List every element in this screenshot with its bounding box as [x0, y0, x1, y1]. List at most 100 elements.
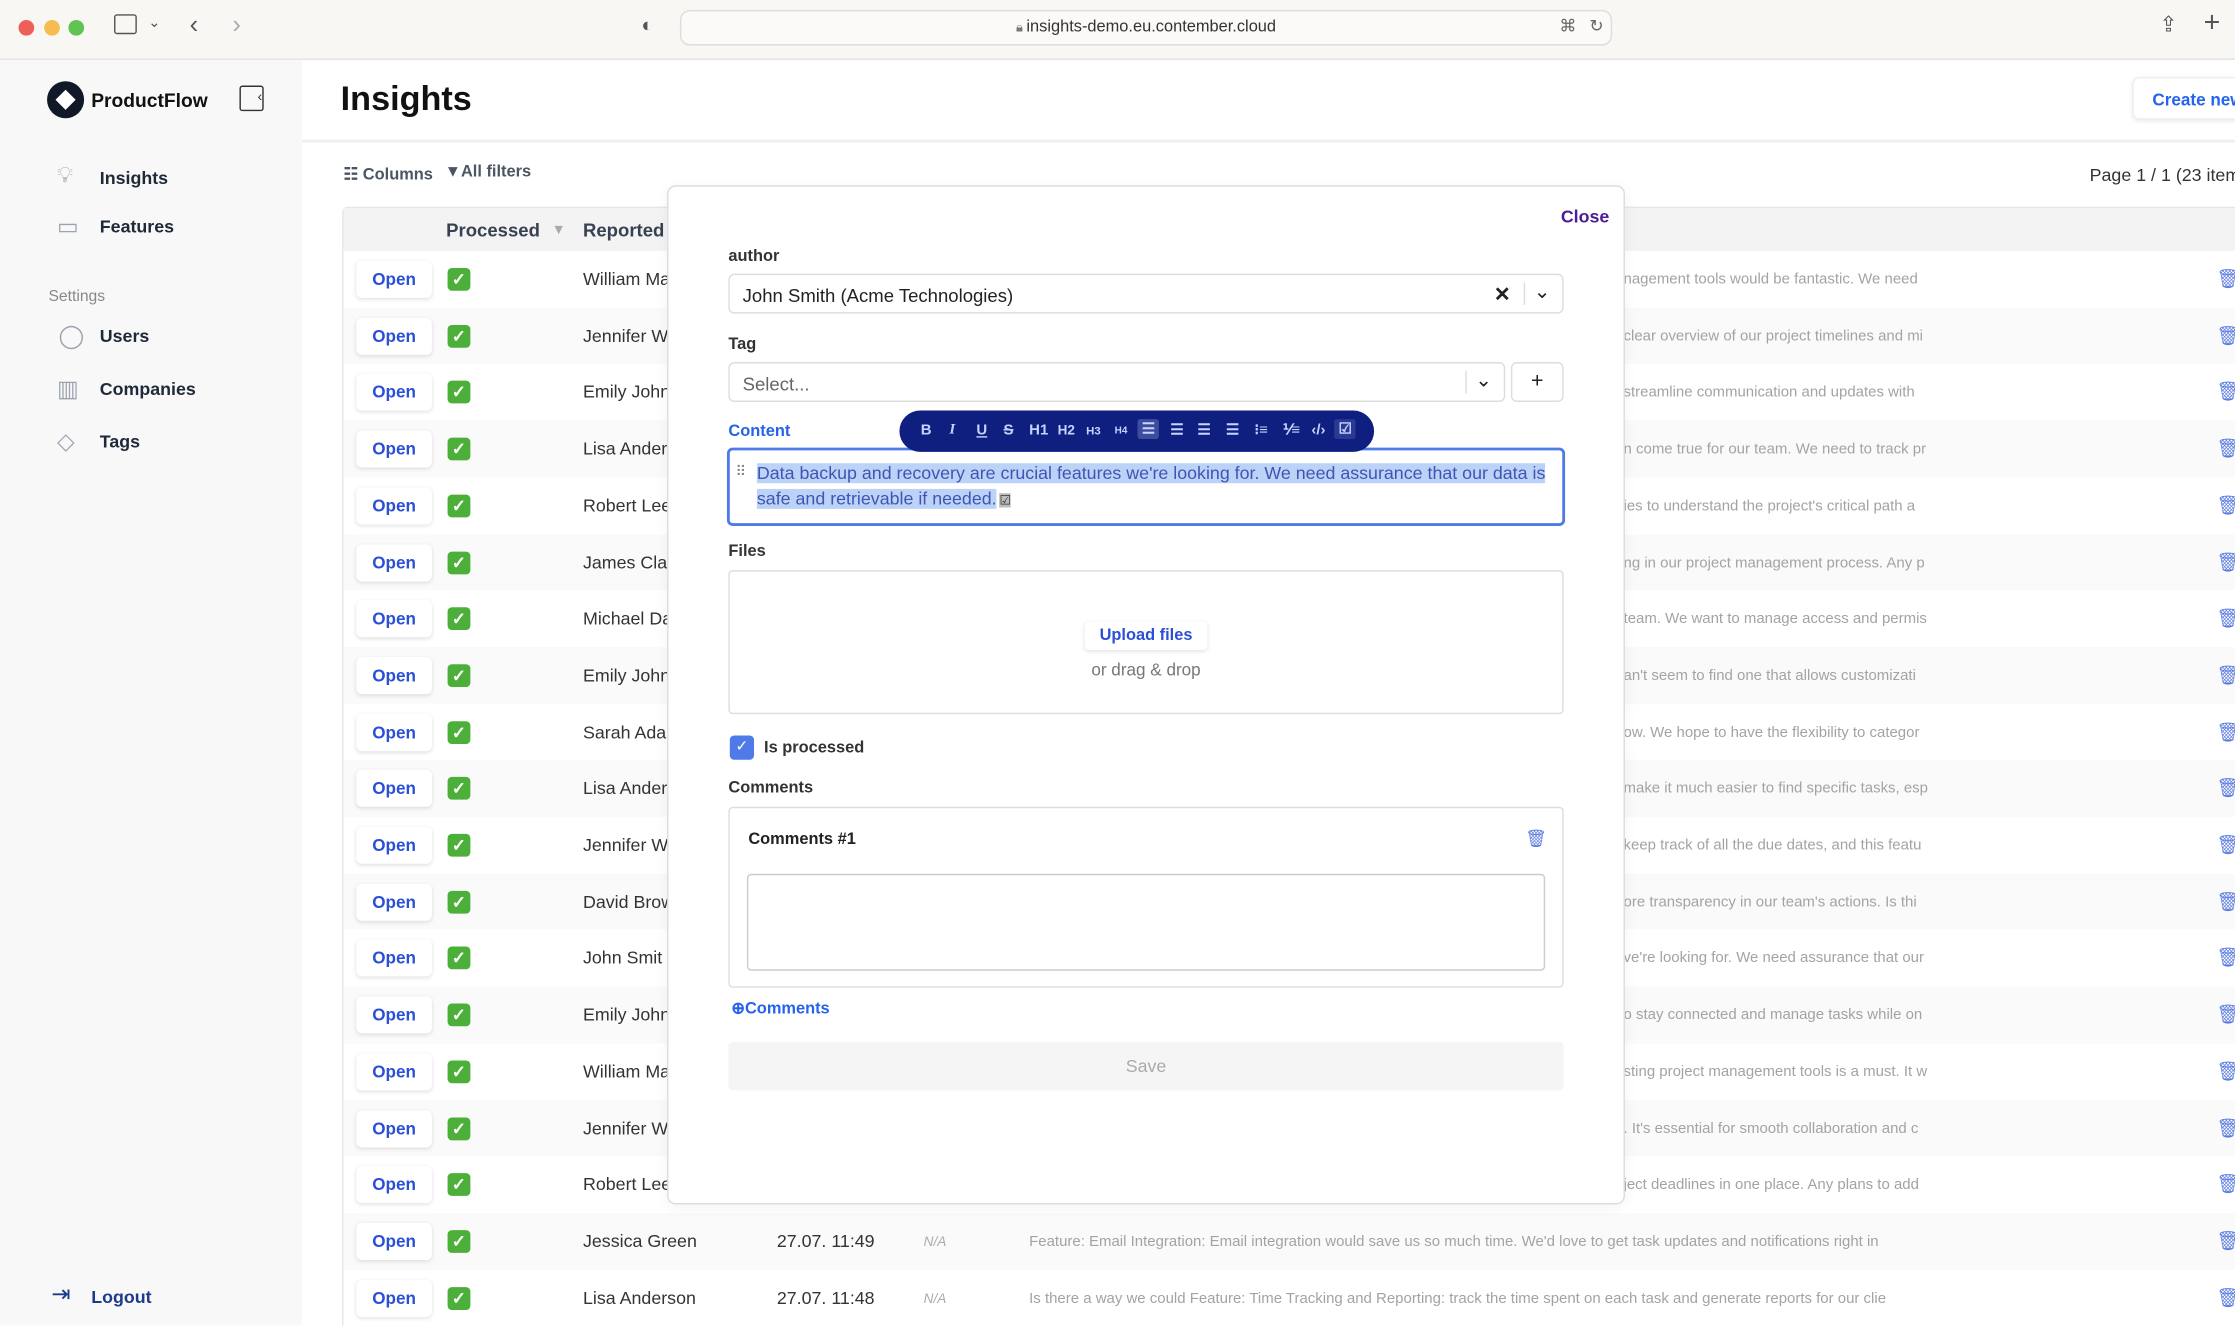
shield-icon[interactable]: ◐ — [641, 13, 653, 36]
trash-icon[interactable]: 🗑︎ — [2216, 834, 2235, 857]
column-header-processed[interactable]: Processed — [446, 220, 540, 241]
trash-icon[interactable]: 🗑︎ — [2216, 381, 2235, 404]
trash-icon[interactable]: 🗑︎ — [2216, 438, 2235, 461]
logout-link[interactable]: Logout — [91, 1287, 151, 1307]
drag-handle-icon[interactable]: ⠿ — [736, 465, 746, 481]
trash-icon[interactable]: 🗑︎ — [2216, 777, 2235, 800]
align-center-icon[interactable]: ☰ — [1170, 422, 1183, 439]
trash-icon[interactable]: 🗑︎ — [2216, 268, 2235, 291]
clear-icon[interactable]: ✕ — [1494, 282, 1511, 306]
trash-icon[interactable]: 🗑︎ — [2216, 607, 2235, 630]
bold-button[interactable]: B — [921, 422, 932, 439]
insight-content: make it much easier to find specific tas… — [1623, 780, 1928, 798]
open-button[interactable]: Open — [356, 487, 432, 525]
open-button[interactable]: Open — [356, 1166, 432, 1204]
trash-icon[interactable]: 🗑︎ — [2216, 947, 2235, 970]
align-left-icon[interactable]: ☰ — [1137, 419, 1160, 440]
content-editor[interactable]: ⠿ Data backup and recovery are crucial f… — [726, 447, 1566, 526]
filters-label: All filters — [460, 163, 532, 182]
chevron-down-icon[interactable]: ⌄ — [148, 16, 160, 32]
open-button[interactable]: Open — [356, 600, 432, 638]
trash-icon[interactable]: 🗑︎ — [2216, 325, 2235, 348]
trash-icon[interactable]: 🗑︎ — [2216, 1117, 2235, 1140]
underline-button[interactable]: U — [976, 422, 987, 439]
open-button[interactable]: Open — [356, 430, 432, 468]
h2-button[interactable]: H2 — [1058, 423, 1075, 439]
add-tag-button[interactable]: + — [1510, 362, 1564, 402]
trash-icon[interactable]: 🗑︎ — [2216, 494, 2235, 517]
close-window-button[interactable] — [18, 19, 35, 36]
open-button[interactable]: Open — [356, 1053, 432, 1091]
minimize-window-button[interactable] — [44, 19, 60, 36]
trash-icon[interactable]: 🗑︎ — [2216, 551, 2235, 574]
strikethrough-button[interactable]: S — [1003, 422, 1013, 439]
h1-button[interactable]: H1 — [1029, 422, 1048, 439]
trash-icon[interactable]: 🗑︎ — [2216, 664, 2235, 687]
columns-button[interactable]: ☷ Columns — [344, 164, 433, 184]
translate-icon[interactable]: ⌘ — [1559, 16, 1576, 36]
new-tab-icon[interactable]: + — [2204, 7, 2221, 40]
open-button[interactable]: Open — [356, 543, 432, 581]
task-list-icon[interactable]: ☑ — [1334, 419, 1357, 440]
align-right-icon[interactable]: ☰ — [1197, 422, 1210, 439]
sidebar-toggle-icon[interactable] — [114, 14, 137, 35]
open-button[interactable]: Open — [356, 317, 432, 355]
open-button[interactable]: Open — [356, 826, 432, 864]
close-button[interactable]: Close — [1561, 207, 1610, 227]
content-label: Content — [728, 423, 791, 441]
maximize-window-button[interactable] — [68, 19, 85, 36]
reporter-name: Jennifer W — [582, 1118, 669, 1139]
tag-select[interactable]: Select... ⌄ — [728, 362, 1506, 402]
reload-icon[interactable]: ↻ — [1589, 16, 1603, 36]
address-bar[interactable]: 🔒︎ insights-demo.eu.contember.cloud ⌘ ↻ — [679, 9, 1613, 46]
open-button[interactable]: Open — [356, 996, 432, 1034]
comment-textarea[interactable] — [746, 873, 1546, 971]
is-processed-checkbox[interactable]: ✓ — [729, 735, 755, 760]
author-select[interactable]: John Smith (Acme Technologies) ✕ ⌄ — [728, 273, 1564, 314]
code-icon[interactable]: ‹/› — [1311, 422, 1325, 439]
h3-button[interactable]: H3 — [1086, 425, 1101, 438]
create-new-button[interactable]: Create new — [2132, 76, 2235, 120]
bullet-list-icon[interactable]: ⁝≡ — [1254, 422, 1267, 439]
logout-icon[interactable]: ⇥ — [51, 1280, 70, 1309]
trash-icon[interactable]: 🗑︎ — [2216, 1060, 2235, 1083]
forward-icon[interactable]: › — [232, 10, 241, 40]
trash-icon[interactable]: 🗑︎ — [2216, 1004, 2235, 1027]
h4-button[interactable]: H4 — [1115, 426, 1128, 436]
open-button[interactable]: Open — [356, 1222, 432, 1260]
all-filters-button[interactable]: ▼All filters — [445, 164, 531, 181]
open-button[interactable]: Open — [356, 770, 432, 808]
open-button[interactable]: Open — [356, 260, 432, 298]
trash-icon[interactable]: 🗑︎ — [2216, 1287, 2235, 1310]
justify-icon[interactable]: ☰ — [1226, 422, 1239, 439]
italic-button[interactable]: I — [949, 422, 955, 438]
processed-check-icon: ✓ — [447, 1003, 471, 1027]
collapse-sidebar-icon[interactable]: ‹ — [239, 85, 264, 112]
open-button[interactable]: Open — [356, 1109, 432, 1147]
filter-icon[interactable]: ▼ — [552, 222, 566, 238]
upload-files-button[interactable]: Upload files — [1085, 621, 1208, 650]
trash-icon[interactable]: 🗑︎ — [2216, 1173, 2235, 1196]
open-button[interactable]: Open — [356, 374, 432, 412]
trash-icon[interactable]: 🗑︎ — [2216, 1230, 2235, 1253]
select-divider — [1465, 370, 1467, 394]
trash-icon[interactable]: 🗑︎ — [2216, 721, 2235, 744]
column-header-reported[interactable]: Reported — [583, 220, 664, 241]
trash-icon[interactable]: 🗑︎ — [2216, 890, 2235, 913]
trash-icon[interactable]: 🗑︎ — [1525, 828, 1547, 848]
open-button[interactable]: Open — [356, 713, 432, 751]
reporter-name: Emily John — [582, 1005, 671, 1025]
open-button[interactable]: Open — [356, 883, 432, 921]
chevron-down-icon[interactable]: ⌄ — [1475, 368, 1492, 392]
processed-check-icon: ✓ — [447, 607, 471, 631]
open-button[interactable]: Open — [356, 939, 432, 977]
share-icon[interactable]: ⇪ — [2159, 11, 2177, 37]
ordered-list-icon[interactable]: ⅟≡ — [1283, 422, 1300, 439]
open-button[interactable]: Open — [356, 1279, 432, 1317]
add-comment-link[interactable]: ⊕Comments — [731, 998, 829, 1018]
save-button[interactable]: Save — [728, 1041, 1564, 1091]
open-button[interactable]: Open — [356, 656, 432, 695]
file-dropzone[interactable]: Upload files or drag & drop — [728, 570, 1564, 715]
back-icon[interactable]: ‹ — [190, 10, 199, 40]
chevron-down-icon[interactable]: ⌄ — [1534, 279, 1551, 303]
